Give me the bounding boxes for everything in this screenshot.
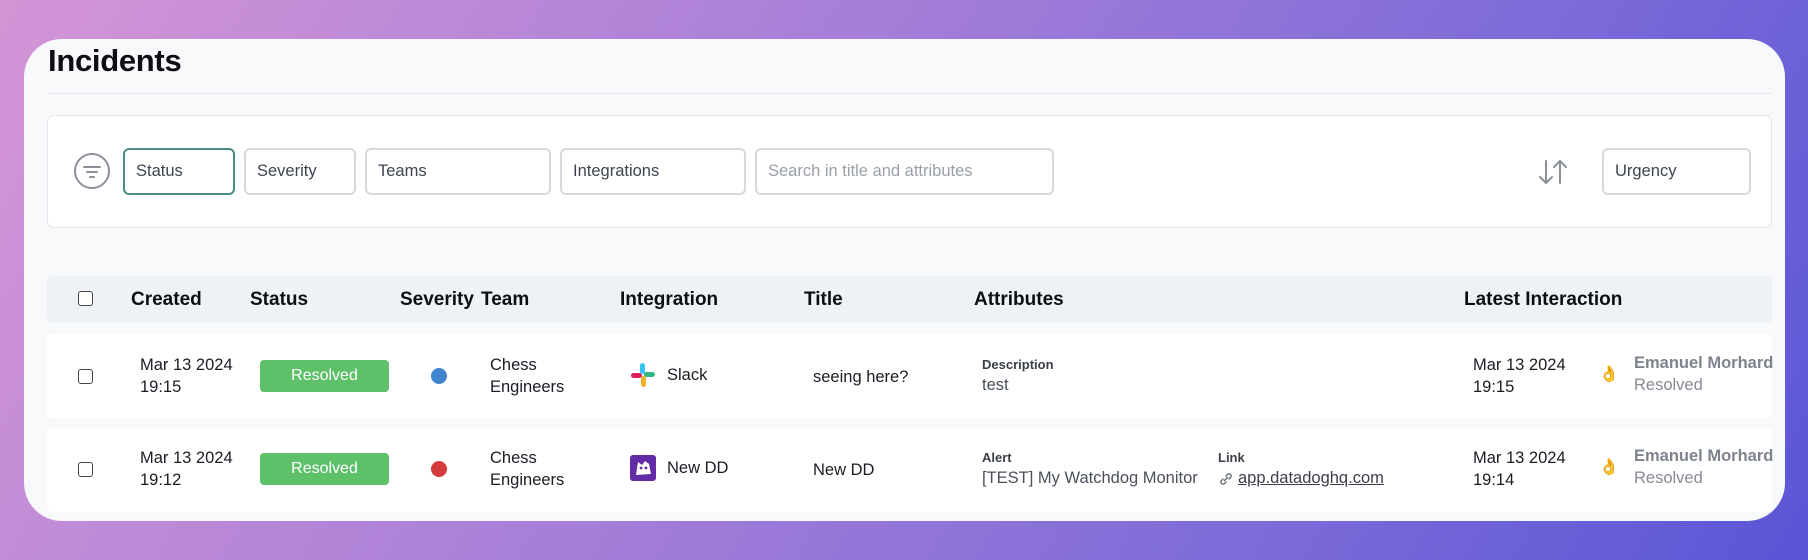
integrations-filter[interactable]: Integrations — [560, 148, 746, 195]
teams-filter[interactable]: Teams — [365, 148, 551, 195]
select-all-checkbox[interactable] — [78, 291, 93, 306]
user-name: Emanuel Morhard — [1634, 354, 1774, 372]
interaction-action: Resolved — [1634, 376, 1703, 394]
page-title: Incidents — [48, 43, 182, 78]
slack-icon — [631, 363, 655, 387]
column-team[interactable]: Team — [481, 289, 529, 311]
severity-dot — [431, 368, 447, 384]
latest-date: Mar 13 2024 — [1473, 356, 1566, 374]
divider — [48, 93, 1771, 94]
filter-bar: Status Severity Teams Integrations Searc… — [47, 115, 1772, 228]
created-time: 19:15 — [140, 378, 182, 396]
latest-time: 19:14 — [1473, 471, 1515, 489]
team-name: Chess — [490, 449, 537, 467]
table-row[interactable]: Mar 13 2024 19:12 Resolved Chess Enginee… — [47, 428, 1774, 512]
integration-name: New DD — [667, 459, 729, 477]
row-checkbox[interactable] — [78, 462, 93, 477]
column-status[interactable]: Status — [250, 289, 308, 311]
severity-dot — [431, 461, 447, 477]
attribute-label: Description — [982, 357, 1054, 372]
attribute-label: Alert — [982, 450, 1012, 465]
column-latest-interaction[interactable]: Latest Interaction — [1464, 289, 1622, 311]
created-date: Mar 13 2024 — [140, 356, 233, 374]
incidents-card: Incidents Status Severity Teams Integrat… — [24, 39, 1785, 521]
link-icon — [1220, 473, 1232, 485]
column-title[interactable]: Title — [804, 289, 843, 311]
table-row[interactable]: Mar 13 2024 19:15 Resolved Chess Enginee… — [47, 334, 1774, 418]
search-input[interactable]: Search in title and attributes — [755, 148, 1054, 195]
incident-title[interactable]: seeing here? — [813, 366, 908, 388]
latest-date: Mar 13 2024 — [1473, 449, 1566, 467]
column-attributes[interactable]: Attributes — [974, 289, 1064, 311]
column-integration[interactable]: Integration — [620, 289, 718, 311]
user-name: Emanuel Morhard — [1634, 447, 1774, 465]
latest-time: 19:15 — [1473, 378, 1515, 396]
ok-hand-icon: 👌 — [1599, 459, 1619, 476]
team-name-cont: Engineers — [490, 471, 565, 489]
attribute-label: Link — [1218, 450, 1245, 465]
status-filter[interactable]: Status — [123, 148, 235, 195]
status-badge: Resolved — [260, 453, 389, 485]
team-name: Chess — [490, 356, 537, 374]
filter-icon[interactable] — [74, 153, 110, 189]
row-checkbox[interactable] — [78, 369, 93, 384]
integration-name: Slack — [667, 366, 708, 384]
team-name-cont: Engineers — [490, 378, 565, 396]
datadog-icon — [630, 455, 656, 481]
incident-title[interactable]: New DD — [813, 459, 874, 481]
ok-hand-icon: 👌 — [1599, 366, 1619, 383]
severity-filter[interactable]: Severity — [244, 148, 356, 195]
column-created[interactable]: Created — [131, 289, 202, 311]
interaction-action: Resolved — [1634, 469, 1703, 487]
created-time: 19:12 — [140, 471, 182, 489]
attribute-link[interactable]: app.datadoghq.com — [1238, 469, 1384, 488]
table-header: Created Status Severity Team Integration… — [47, 276, 1772, 323]
status-badge: Resolved — [260, 360, 389, 392]
column-severity[interactable]: Severity — [400, 289, 474, 311]
attribute-value: test — [982, 376, 1009, 394]
created-date: Mar 13 2024 — [140, 449, 233, 467]
sort-select[interactable]: Urgency — [1602, 148, 1751, 195]
sort-icon[interactable] — [1537, 158, 1569, 186]
attribute-value: [TEST] My Watchdog Monitor — [982, 469, 1198, 487]
